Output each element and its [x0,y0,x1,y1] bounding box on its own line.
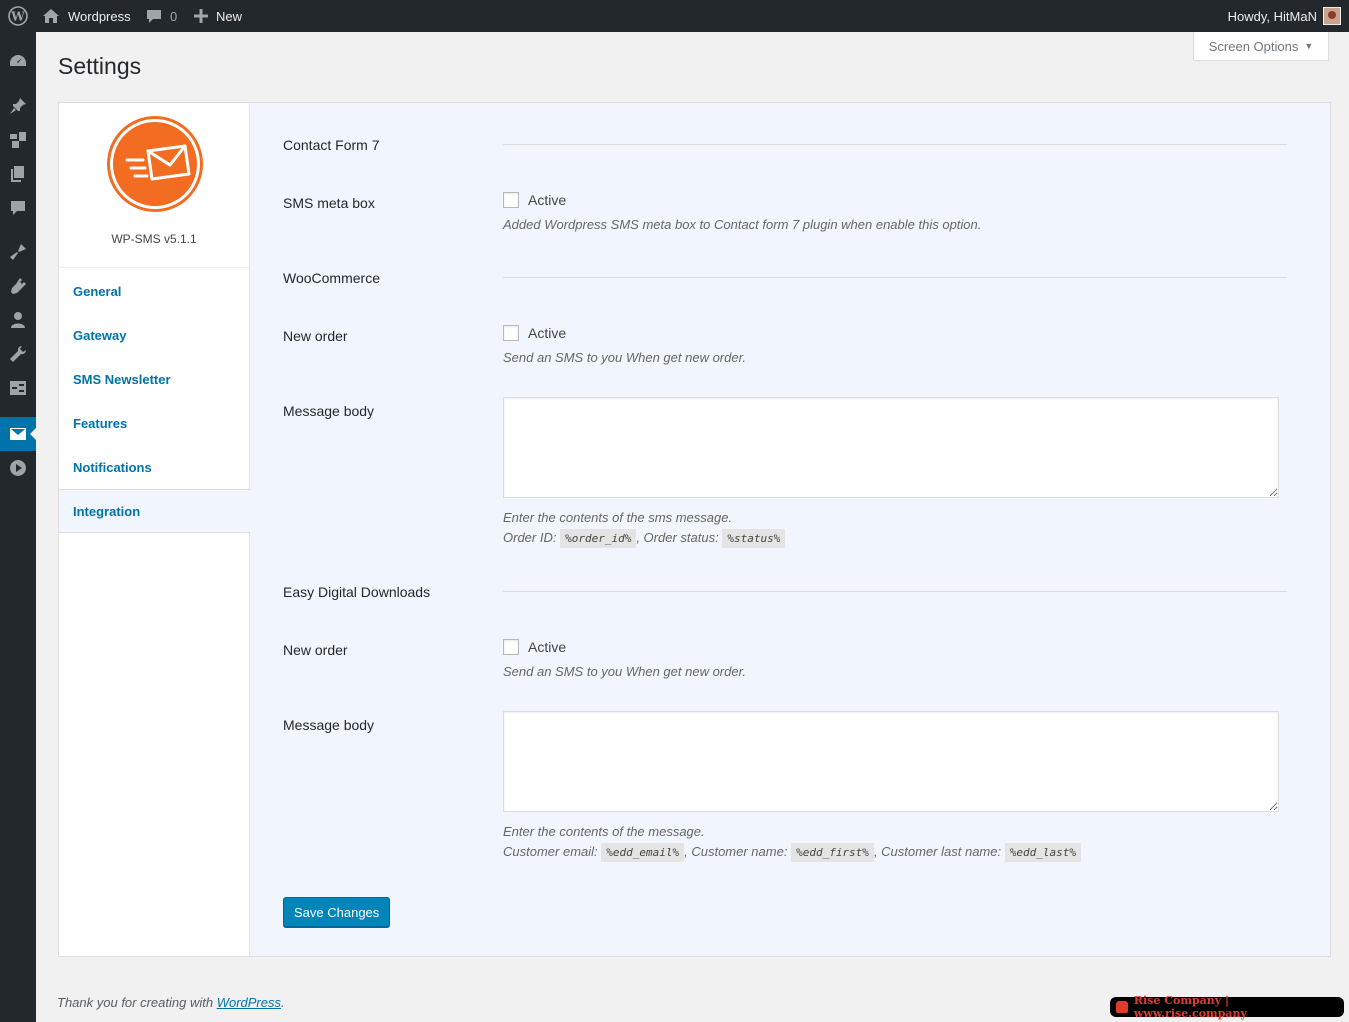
comment-icon [147,10,161,23]
settings-icon[interactable] [0,371,36,405]
user-account-link[interactable]: Howdy, HitMaN [1228,0,1341,32]
settings-nav: WP-SMS v5.1.1 General Gateway SMS Newsle… [59,103,250,956]
woo-new-order-checkbox-label[interactable]: Active [528,325,566,341]
footer-text: Thank you for creating with WordPress. [57,995,285,1010]
woo-var-prefix-order-id: Order ID: [503,530,557,545]
comments-link[interactable]: 0 [146,0,177,32]
hand-icon [1116,1001,1128,1013]
site-name-link[interactable]: Wordpress [42,0,131,32]
edd-new-order-checkbox-label[interactable]: Active [528,639,566,655]
edd-var-first: %edd_first% [791,843,874,862]
watermark-text: Rise Company | www.rise.company [1133,994,1247,1020]
edd-var-prefix-email: Customer email: [503,844,598,859]
admin-menu [0,32,36,1022]
section-title-cf7: Contact Form 7 [283,137,380,153]
plugin-version: WP-SMS v5.1.1 [111,232,197,246]
tools-icon[interactable] [0,337,36,371]
woo-new-order-description: Send an SMS to you When get new order. [503,350,747,365]
wp-sms-logo [107,116,203,212]
edd-message-body-textarea[interactable] [503,711,1279,812]
caret-down-icon: ▼ [1304,41,1314,51]
sms-meta-box-option: Active [503,192,566,208]
woo-var-order-id: %order_id% [560,529,637,548]
home-icon [43,9,59,23]
howdy-text: Howdy, HitMaN [1227,8,1317,24]
wordpress-logo-icon[interactable]: W [6,0,30,32]
users-icon[interactable] [0,303,36,337]
edd-new-order-label: New order [283,642,348,658]
edd-new-order-description: Send an SMS to you When get new order. [503,664,747,679]
save-changes-button[interactable]: Save Changes [283,897,391,927]
plugin-header: WP-SMS v5.1.1 [59,103,249,268]
plus-icon [194,9,208,23]
comments-icon[interactable] [0,191,36,225]
footer-period: . [281,995,285,1010]
media-icon[interactable] [0,123,36,157]
edd-message-body-label: Message body [283,717,375,733]
nav-tab-features[interactable]: Features [59,401,249,445]
woo-var-prefix-status: , Order status: [636,530,719,545]
edd-message-body-description: Enter the contents of the message. [503,824,705,839]
woo-var-status: %status% [722,529,786,548]
sms-icon[interactable] [0,417,36,451]
plugins-icon[interactable] [0,269,36,303]
nav-tab-integration[interactable]: Integration [59,489,250,533]
pin-icon[interactable] [0,89,36,123]
page-title: Settings [58,53,142,79]
sms-meta-box-checkbox-label[interactable]: Active [528,192,566,208]
woo-message-body-textarea[interactable] [503,397,1279,498]
wordpress-link[interactable]: WordPress [217,995,281,1010]
footer-thanks: Thank you for creating with [57,995,214,1010]
section-title-edd: Easy Digital Downloads [283,584,431,600]
appearance-icon[interactable] [0,235,36,269]
woo-new-order-label: New order [283,328,348,344]
nav-tab-general[interactable]: General [59,269,249,313]
dashboard-icon[interactable] [0,44,36,78]
nav-tab-gateway[interactable]: Gateway [59,313,249,357]
woo-new-order-option: Active [503,325,566,341]
screen-options-button[interactable]: Screen Options ▼ [1193,32,1329,61]
new-content-link[interactable]: New [194,0,242,32]
edd-variables-hint: Customer email: %edd_email%, Customer na… [503,843,1081,862]
sms-meta-box-description: Added Wordpress SMS meta box to Contact … [503,217,982,232]
divider [503,591,1287,592]
woo-message-body-description: Enter the contents of the sms message. [503,510,733,525]
admin-bar: W Wordpress 0 New Howdy, HitMaN [0,0,1349,32]
play-icon[interactable] [0,451,36,485]
sms-meta-box-checkbox[interactable] [503,192,519,208]
edd-new-order-checkbox[interactable] [503,639,519,655]
edd-var-prefix-first: , Customer name: [684,844,788,859]
site-name: Wordpress [68,8,131,24]
pages-icon[interactable] [0,157,36,191]
woo-message-body-label: Message body [283,403,375,419]
avatar [1323,7,1341,25]
divider [503,144,1287,145]
woo-variables-hint: Order ID: %order_id%, Order status: %sta… [503,529,786,548]
sms-meta-box-label: SMS meta box [283,195,375,211]
screen-options-label: Screen Options [1208,38,1299,54]
watermark: Rise Company | www.rise.company [1110,994,1344,1020]
divider [503,277,1287,278]
comments-count: 0 [170,8,178,24]
edd-var-last: %edd_last% [1004,843,1081,862]
envelope-icon [125,144,191,181]
section-title-woocommerce: WooCommerce [283,270,380,286]
nav-tab-notifications[interactable]: Notifications [59,445,249,489]
nav-tab-sms-newsletter[interactable]: SMS Newsletter [59,357,249,401]
edd-var-email: %edd_email% [601,843,685,862]
svg-text:W: W [10,10,25,24]
new-label: New [216,8,243,24]
edd-new-order-option: Active [503,639,566,655]
woo-new-order-checkbox[interactable] [503,325,519,341]
edd-var-prefix-last: , Customer last name: [873,844,1002,859]
settings-panel: WP-SMS v5.1.1 General Gateway SMS Newsle… [58,102,1331,957]
